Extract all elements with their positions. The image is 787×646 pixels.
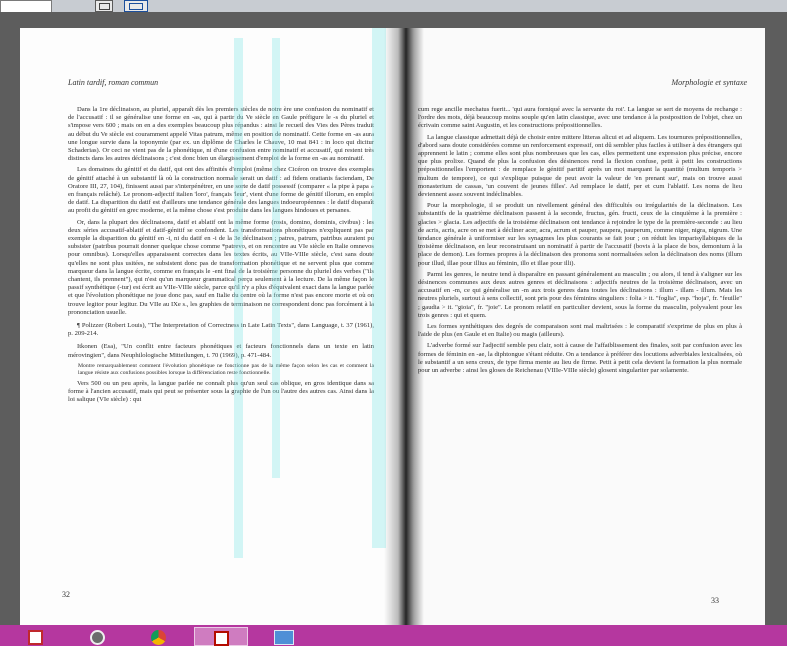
- chrome-icon: [151, 630, 166, 645]
- right-page-number: 33: [711, 596, 719, 605]
- taskbar-item-acrobat[interactable]: [194, 627, 248, 646]
- paragraph: Les formes synthétiques des degrés de co…: [418, 323, 742, 339]
- left-text-column: Dans la 1re déclinaison, au pluriel, app…: [68, 106, 374, 618]
- paragraph: Dans la 1re déclinaison, au pluriel, app…: [68, 106, 374, 163]
- taskbar-item-chrome[interactable]: [141, 627, 177, 646]
- right-running-header: Morphologie et syntaxe: [671, 78, 747, 87]
- scan-smear: [234, 38, 243, 558]
- taskbar-item-recorder[interactable]: [80, 627, 116, 646]
- paragraph: L'adverbe formé sur l'adjectif semble pe…: [418, 342, 742, 375]
- fit-page-button[interactable]: [95, 0, 113, 12]
- scanned-spread: Latin tardif, roman commun Dans la 1re d…: [20, 28, 765, 634]
- control-panel-icon: [274, 630, 294, 645]
- left-page-number: 32: [62, 590, 70, 599]
- recorder-icon: [90, 630, 105, 645]
- document-viewport[interactable]: Latin tardif, roman commun Dans la 1re d…: [0, 12, 787, 634]
- scan-smear: [272, 38, 280, 478]
- paragraph: Les domaines du génitif et du datif, qui…: [68, 166, 374, 215]
- reference: ¶ Polizzer (Robert Louis), "The Interpre…: [68, 322, 374, 338]
- paragraph: Vers 500 ou un peu après, la langue parl…: [68, 379, 374, 404]
- pdf-reader-icon: [28, 630, 43, 645]
- paragraph: cum rege ancille mechatus fuerit... 'qui…: [418, 106, 742, 130]
- taskbar-item-control-panel[interactable]: [264, 627, 300, 646]
- paragraph: Pour la morphologie, il se produit un ni…: [418, 202, 742, 267]
- reference-note: Montre remarquablement comment l'évoluti…: [78, 362, 374, 376]
- paragraph: La langue classique admettait déjà de ch…: [418, 133, 742, 199]
- fit-width-icon: [129, 3, 143, 10]
- fit-width-button[interactable]: [124, 0, 148, 12]
- paragraph: Parmi les genres, le neutre tend à dispa…: [418, 270, 742, 319]
- acrobat-icon: [214, 631, 229, 646]
- left-running-header: Latin tardif, roman commun: [68, 78, 159, 87]
- taskbar: [0, 625, 787, 646]
- right-page: Morphologie et syntaxe cum rege ancille …: [392, 28, 765, 634]
- fit-page-icon: [99, 3, 110, 10]
- reference: Itkonen (Esa), "Un conflit entre facteur…: [68, 343, 374, 359]
- right-text-column: cum rege ancille mechatus fuerit... 'qui…: [418, 106, 742, 598]
- taskbar-item-pdf-reader[interactable]: [18, 627, 54, 646]
- paragraph: Or, dans la plupart des déclinaisons, da…: [68, 218, 374, 316]
- book-gutter-shadow: [384, 28, 424, 634]
- left-page: Latin tardif, roman commun Dans la 1re d…: [20, 28, 392, 634]
